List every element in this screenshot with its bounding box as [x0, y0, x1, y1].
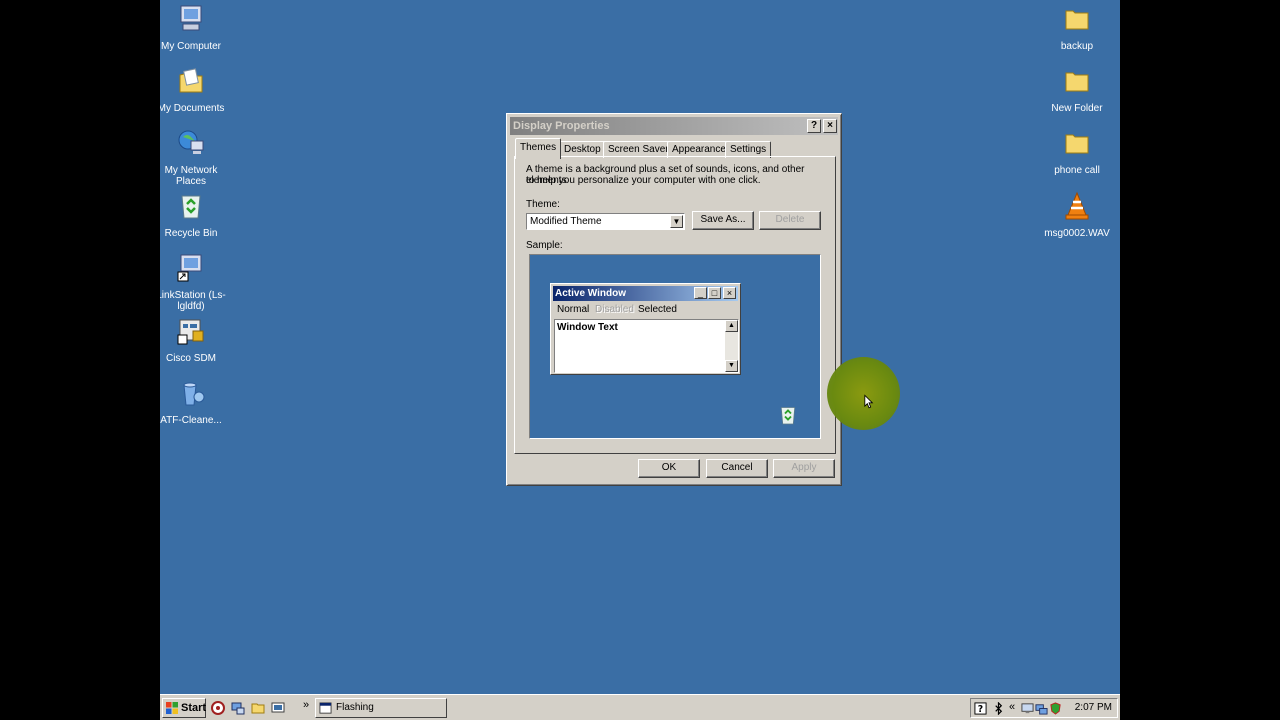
- system-tray: ? « 2:07 PM: [970, 698, 1118, 718]
- desktop-icon-phone-call[interactable]: phone call: [1040, 127, 1114, 176]
- theme-select[interactable]: Modified Theme ▼: [526, 213, 685, 230]
- desktop: My Computer My Documents My Network Plac…: [160, 0, 1120, 720]
- vlc-cone-icon: [1065, 191, 1089, 220]
- cancel-button[interactable]: Cancel: [706, 459, 768, 478]
- window-icon: [319, 702, 332, 714]
- start-label: Start: [181, 702, 207, 714]
- folder-icon: [1065, 72, 1089, 92]
- start-button[interactable]: Start: [162, 698, 206, 718]
- desktop-icon-my-computer[interactable]: My Computer: [160, 3, 228, 52]
- monitor-icon[interactable]: [1021, 702, 1034, 715]
- desktop-icon-linkstation[interactable]: LinkStation (Ls-lgldfd): [160, 252, 228, 312]
- theme-sample-preview: Active Window _ □ × Normal Disabled Sele…: [529, 254, 821, 439]
- chevron-down-icon[interactable]: ▼: [670, 215, 683, 228]
- sample-recycle-bin-icon: [780, 407, 796, 425]
- desktop-icon-my-documents[interactable]: My Documents: [160, 65, 228, 114]
- desktop-icon-label: backup: [1060, 41, 1094, 52]
- clock: 2:07 PM: [1074, 702, 1112, 713]
- desktop-icon-label: msg0002.WAV: [1044, 228, 1110, 239]
- desktop-icon-new-folder[interactable]: New Folder: [1040, 65, 1114, 114]
- theme-description-line2: to help you personalize your computer wi…: [526, 175, 761, 186]
- desktop-icon-my-network-places[interactable]: My Network Places: [160, 127, 228, 187]
- show-desktop-icon[interactable]: [270, 700, 286, 716]
- tray-chevron[interactable]: «: [1009, 701, 1015, 713]
- desktop-icon-label: My Documents: [160, 103, 225, 114]
- scroll-down-icon: ▼: [725, 360, 738, 372]
- sample-scrollbar: ▲ ▼: [725, 320, 738, 372]
- folder-icon: [1065, 134, 1089, 154]
- network-icon[interactable]: [230, 700, 246, 716]
- theme-label: Theme:: [526, 199, 560, 210]
- dialog-titlebar[interactable]: Display Properties ? ×: [510, 117, 838, 135]
- quicklaunch-chevron[interactable]: »: [303, 699, 309, 711]
- atf-cleaner-icon: [183, 382, 205, 406]
- svg-text:?: ?: [978, 704, 983, 715]
- sample-window-text: Window Text: [557, 322, 618, 333]
- help-button[interactable]: ?: [807, 119, 821, 133]
- sample-menu-selected: Selected: [638, 304, 677, 315]
- desktop-icon-label: My Network Places: [164, 165, 218, 187]
- sample-window-titlebar: Active Window _ □ ×: [553, 286, 738, 301]
- mouse-pointer-icon: [864, 394, 874, 409]
- tab-themes[interactable]: Themes: [515, 138, 562, 159]
- desktop-icon-msg0002-wav[interactable]: msg0002.WAV: [1040, 190, 1114, 239]
- desktop-icon-label: Recycle Bin: [164, 228, 218, 239]
- themes-panel: A theme is a background plus a set of so…: [514, 156, 836, 454]
- taskbar: Start » Flashing ? « 2:07 PM: [160, 694, 1120, 720]
- close-icon: ×: [723, 287, 736, 299]
- explorer-icon[interactable]: [250, 700, 266, 716]
- sample-active-window: Active Window _ □ × Normal Disabled Sele…: [550, 283, 741, 375]
- desktop-icon-cisco-sdm[interactable]: Cisco SDM: [160, 315, 228, 364]
- help-icon[interactable]: ?: [974, 702, 987, 715]
- delete-button[interactable]: Delete: [759, 211, 821, 230]
- my-computer-icon: [180, 5, 202, 31]
- sample-label: Sample:: [526, 240, 563, 251]
- my-documents-icon: [179, 68, 203, 93]
- minimize-icon: _: [694, 287, 707, 299]
- sample-menu-disabled: Disabled: [595, 304, 634, 315]
- desktop-icon-label: LinkStation (Ls-lgldfd): [160, 290, 226, 312]
- sample-window-text-area: Window Text ▲ ▼: [554, 319, 739, 373]
- apply-button[interactable]: Apply: [773, 459, 835, 478]
- maximize-icon: □: [708, 287, 721, 299]
- bluetooth-icon[interactable]: [992, 702, 1005, 715]
- desktop-icon-label: My Computer: [160, 41, 221, 52]
- display-properties-dialog: Display Properties ? × Themes Desktop Sc…: [506, 113, 842, 486]
- network-status-icon[interactable]: [1035, 702, 1048, 715]
- desktop-icon-label: Cisco SDM: [165, 353, 216, 364]
- media-player-icon[interactable]: [210, 700, 226, 716]
- ok-button[interactable]: OK: [638, 459, 700, 478]
- taskbar-button-label: Flashing: [336, 702, 374, 713]
- save-as-button[interactable]: Save As...: [692, 211, 754, 230]
- sample-window-title: Active Window: [555, 288, 627, 299]
- desktop-icon-label: New Folder: [1051, 103, 1103, 114]
- cisco-sdm-icon: [177, 319, 204, 345]
- security-shield-icon[interactable]: [1049, 702, 1062, 715]
- linkstation-icon: [177, 254, 202, 282]
- desktop-icon-recycle-bin[interactable]: Recycle Bin: [160, 190, 228, 239]
- theme-select-value: Modified Theme: [530, 216, 602, 227]
- folder-icon: [1065, 10, 1089, 30]
- scroll-up-icon: ▲: [725, 320, 738, 332]
- recycle-bin-icon: [181, 195, 201, 219]
- desktop-icon-backup[interactable]: backup: [1040, 3, 1114, 52]
- sample-menu-normal: Normal: [557, 304, 590, 315]
- desktop-icon-label: phone call: [1054, 165, 1100, 176]
- desktop-icon-label: ATF-Cleane...: [160, 415, 222, 426]
- taskbar-button-flashing[interactable]: Flashing: [315, 698, 447, 718]
- network-places-icon: [178, 130, 204, 154]
- dialog-title: Display Properties: [513, 120, 610, 132]
- close-button[interactable]: ×: [823, 119, 837, 133]
- desktop-icon-atf-cleaner[interactable]: ATF-Cleane...: [160, 377, 228, 426]
- windows-logo-icon: [166, 702, 178, 714]
